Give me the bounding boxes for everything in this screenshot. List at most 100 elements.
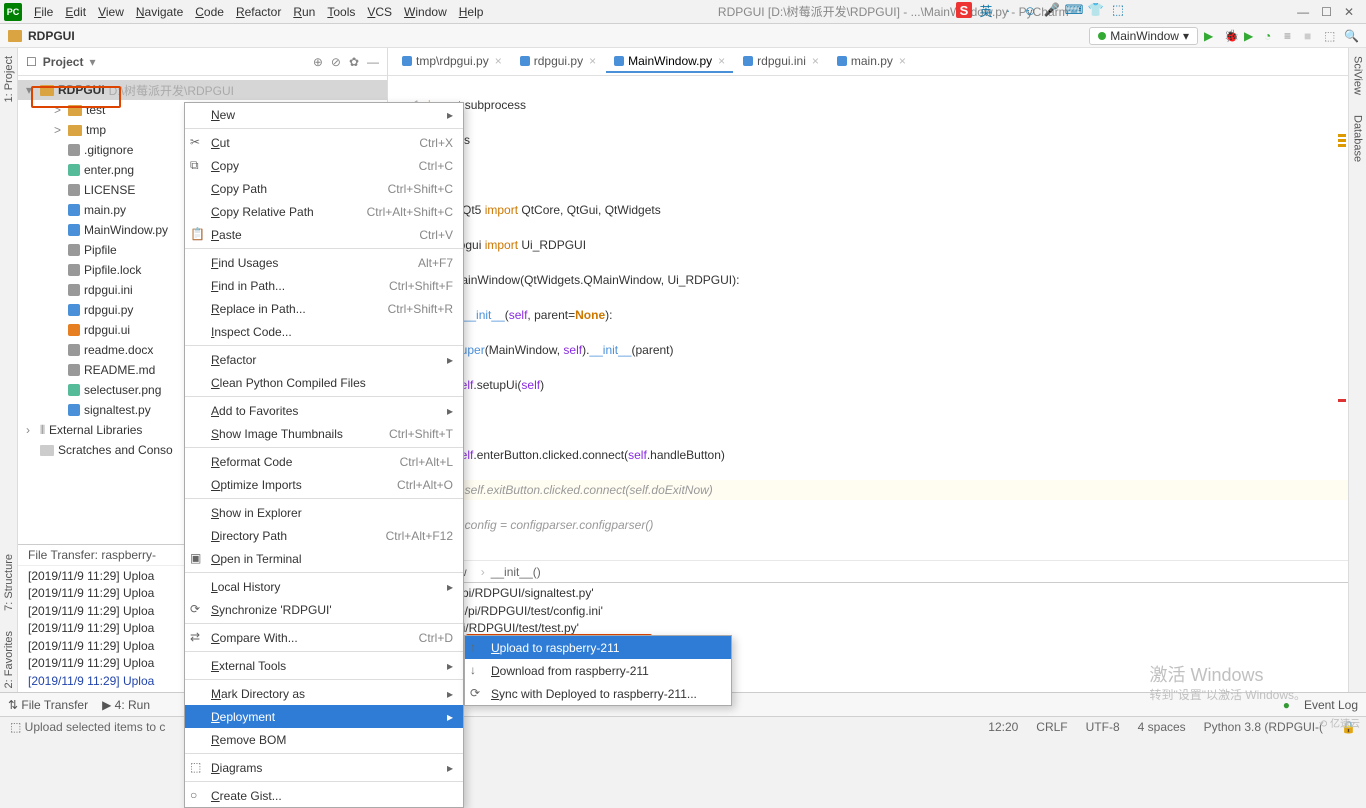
ctx-show-image-thumbnails[interactable]: Show Image ThumbnailsCtrl+Shift+T bbox=[185, 422, 463, 445]
log-line: y' to '/home/pi/RDPGUI/signaltest.py' bbox=[398, 585, 1338, 603]
run-tab[interactable]: ▶ 4: Run bbox=[102, 698, 150, 712]
ctx-directory-path[interactable]: Directory PathCtrl+Alt+F12 bbox=[185, 524, 463, 547]
shirt-icon[interactable]: 👕 bbox=[1088, 2, 1104, 18]
menu-refactor[interactable]: Refactor bbox=[230, 3, 287, 21]
editor-tab[interactable]: MainWindow.py× bbox=[606, 51, 733, 73]
ctx-replace-in-path-[interactable]: Replace in Path...Ctrl+Shift+R bbox=[185, 297, 463, 320]
bc-method[interactable]: __init__() bbox=[475, 565, 541, 579]
ctx-copy-relative-path[interactable]: Copy Relative PathCtrl+Alt+Shift+C bbox=[185, 200, 463, 223]
editor-minimap[interactable] bbox=[1336, 104, 1348, 484]
folder-icon bbox=[8, 30, 22, 42]
editor-tabs: tmp\rdpgui.py×rdpgui.py×MainWindow.py×rd… bbox=[388, 48, 1348, 76]
collapse-all-icon[interactable]: ⊕ bbox=[313, 55, 323, 69]
menu-help[interactable]: Help bbox=[453, 3, 490, 21]
concurrency-button[interactable]: ≡ bbox=[1284, 29, 1298, 43]
ime-dot-icon: · bbox=[1000, 2, 1016, 18]
menu-code[interactable]: Code bbox=[189, 3, 230, 21]
file-transfer-tab[interactable]: ⇅ File Transfer bbox=[8, 698, 88, 712]
ctx-compare-with-[interactable]: ⇄Compare With...Ctrl+D bbox=[185, 626, 463, 649]
menu-navigate[interactable]: Navigate bbox=[130, 3, 189, 21]
ctx-optimize-imports[interactable]: Optimize ImportsCtrl+Alt+O bbox=[185, 473, 463, 496]
database-tool-tab[interactable]: Database bbox=[1352, 111, 1364, 166]
close-button[interactable]: ✕ bbox=[1344, 5, 1354, 19]
ctx-remove-bom[interactable]: Remove BOM bbox=[185, 728, 463, 751]
menu-window[interactable]: Window bbox=[398, 3, 453, 21]
settings-icon[interactable]: ✿ bbox=[349, 55, 359, 69]
ctx-download-from-raspberry-211[interactable]: ↓Download from raspberry-211 bbox=[465, 659, 731, 682]
menu-vcs[interactable]: VCS bbox=[361, 3, 398, 21]
deployment-submenu[interactable]: ↑Upload to raspberry-211↓Download from r… bbox=[464, 635, 732, 706]
tree-root[interactable]: ▾ RDPGUI D:\树莓派开发\RDPGUI bbox=[18, 80, 387, 100]
vcs-update-icon[interactable]: ⬚ bbox=[1324, 29, 1338, 43]
profiler-button[interactable]: ◔ bbox=[1264, 29, 1278, 43]
ctx-sync-with-deployed-to-raspberry-211-[interactable]: ⟳Sync with Deployed to raspberry-211... bbox=[465, 682, 731, 705]
ctx-refactor[interactable]: Refactor▸ bbox=[185, 348, 463, 371]
search-everywhere-button[interactable]: 🔍 bbox=[1344, 29, 1358, 43]
ctx-upload-to-raspberry-211[interactable]: ↑Upload to raspberry-211 bbox=[465, 636, 731, 659]
corner-logo: ⟲ 亿速云 bbox=[1319, 715, 1360, 730]
file-transfer-title: File Transfer: raspberry- bbox=[28, 548, 156, 562]
ctx-find-in-path-[interactable]: Find in Path...Ctrl+Shift+F bbox=[185, 274, 463, 297]
menu-edit[interactable]: Edit bbox=[59, 3, 92, 21]
menu-view[interactable]: View bbox=[92, 3, 130, 21]
window-title: RDPGUI [D:\树莓派开发\RDPGUI] - ...\MainWindo… bbox=[489, 3, 1297, 20]
status-indent[interactable]: 4 spaces bbox=[1138, 720, 1186, 734]
locate-icon[interactable]: ⊘ bbox=[331, 55, 341, 69]
app-grid-icon[interactable]: ⬚ bbox=[1110, 2, 1126, 18]
editor-tab[interactable]: rdpgui.py× bbox=[512, 51, 604, 73]
ctx-open-in-terminal[interactable]: ▣Open in Terminal bbox=[185, 547, 463, 570]
status-caret[interactable]: 12:20 bbox=[988, 720, 1018, 734]
ime-s-icon[interactable]: S bbox=[956, 2, 972, 18]
maximize-button[interactable]: ☐ bbox=[1321, 5, 1332, 19]
run-button[interactable]: ▶ bbox=[1204, 29, 1218, 43]
code-editor[interactable]: 1import subprocess port sys om PyQt5 imp… bbox=[388, 76, 1348, 560]
project-context-menu[interactable]: New▸ ✂CutCtrl+X⧉CopyCtrl+CCopy PathCtrl+S… bbox=[184, 102, 464, 808]
emoji-icon[interactable]: ☺ bbox=[1022, 2, 1038, 18]
menu-file[interactable]: File bbox=[28, 3, 59, 21]
event-log-tab[interactable]: Event Log bbox=[1304, 698, 1358, 712]
run-config-name: MainWindow bbox=[1110, 29, 1179, 43]
ctx-paste[interactable]: 📋PasteCtrl+V bbox=[185, 223, 463, 246]
ctx-deployment[interactable]: Deployment▸ bbox=[185, 705, 463, 728]
ctx-copy-path[interactable]: Copy PathCtrl+Shift+C bbox=[185, 177, 463, 200]
run-config-selector[interactable]: MainWindow ▾ bbox=[1089, 27, 1198, 45]
menu-run[interactable]: Run bbox=[287, 3, 321, 21]
ctx-external-tools[interactable]: External Tools▸ bbox=[185, 654, 463, 677]
status-encoding[interactable]: UTF-8 bbox=[1086, 720, 1120, 734]
ctx-synchronize-rdpgui-[interactable]: ⟳Synchronize 'RDPGUI' bbox=[185, 598, 463, 621]
mic-icon[interactable]: 🎤 bbox=[1044, 2, 1060, 18]
ctx-inspect-code-[interactable]: Inspect Code... bbox=[185, 320, 463, 343]
hide-panel-icon[interactable]: — bbox=[367, 55, 379, 69]
debug-button[interactable]: 🐞 bbox=[1224, 29, 1238, 43]
code-breadcrumb[interactable]: MainWindow __init__() bbox=[388, 560, 1348, 582]
stop-button[interactable]: ■ bbox=[1304, 29, 1318, 43]
ctx-reformat-code[interactable]: Reformat CodeCtrl+Alt+L bbox=[185, 450, 463, 473]
ctx-add-to-favorites[interactable]: Add to Favorites▸ bbox=[185, 399, 463, 422]
ctx-cut[interactable]: ✂CutCtrl+X bbox=[185, 131, 463, 154]
editor-tab[interactable]: rdpgui.ini× bbox=[735, 51, 827, 73]
coverage-button[interactable]: ▶ bbox=[1244, 29, 1258, 43]
menu-tools[interactable]: Tools bbox=[321, 3, 361, 21]
status-interpreter[interactable]: Python 3.8 (RDPGUI-( bbox=[1204, 720, 1323, 734]
ctx-clean-python-compiled-files[interactable]: Clean Python Compiled Files bbox=[185, 371, 463, 394]
minimize-button[interactable]: — bbox=[1297, 5, 1309, 19]
breadcrumb-path[interactable]: RDPGUI bbox=[8, 29, 75, 43]
editor-tab[interactable]: tmp\rdpgui.py× bbox=[394, 51, 510, 73]
ime-lang-icon[interactable]: 英 bbox=[978, 2, 994, 18]
status-eol[interactable]: CRLF bbox=[1036, 720, 1067, 734]
keyboard-icon[interactable]: ⌨ bbox=[1066, 2, 1082, 18]
ctx-create-gist-[interactable]: ○Create Gist... bbox=[185, 784, 463, 807]
ctx-new[interactable]: New▸ bbox=[185, 103, 463, 126]
structure-tool-tab[interactable]: 7: Structure bbox=[3, 550, 15, 615]
ctx-mark-directory-as[interactable]: Mark Directory as▸ bbox=[185, 682, 463, 705]
sciview-tool-tab[interactable]: SciView bbox=[1352, 52, 1364, 99]
menu-items: FileEditViewNavigateCodeRefactorRunTools… bbox=[28, 3, 489, 21]
ctx-copy[interactable]: ⧉CopyCtrl+C bbox=[185, 154, 463, 177]
project-tool-tab[interactable]: 1: Project bbox=[3, 52, 15, 106]
editor-tab[interactable]: main.py× bbox=[829, 51, 914, 73]
ctx-show-in-explorer[interactable]: Show in Explorer bbox=[185, 501, 463, 524]
ctx-diagrams[interactable]: ⬚Diagrams▸ bbox=[185, 756, 463, 779]
ctx-local-history[interactable]: Local History▸ bbox=[185, 575, 463, 598]
ctx-find-usages[interactable]: Find UsagesAlt+F7 bbox=[185, 251, 463, 274]
favorites-tool-tab[interactable]: 2: Favorites bbox=[3, 627, 15, 692]
